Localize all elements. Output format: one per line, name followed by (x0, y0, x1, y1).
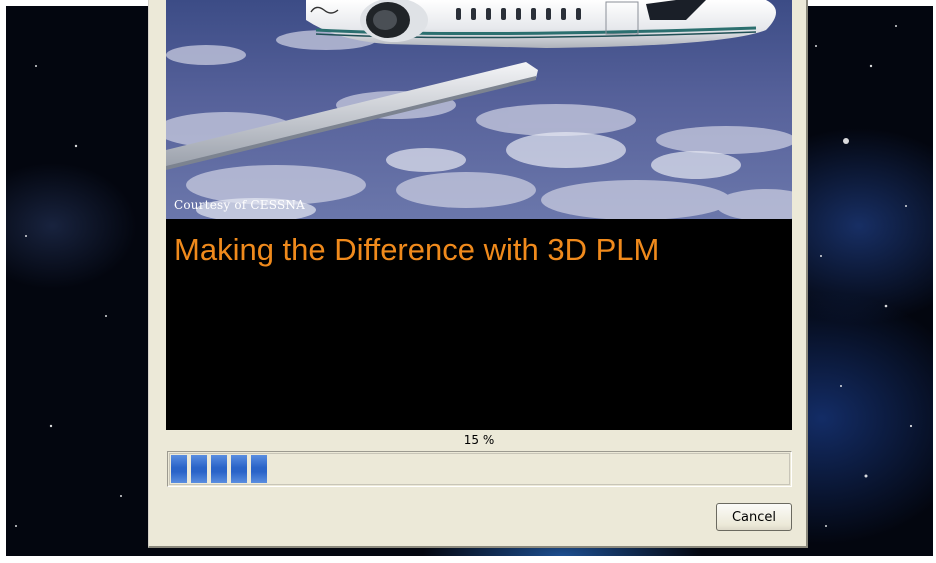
progress-segment (171, 455, 187, 483)
desktop: Courtesy of CESSNA Making the Difference… (0, 0, 936, 563)
jet-illustration (166, 0, 792, 219)
loading-dialog: Courtesy of CESSNA Making the Difference… (148, 0, 808, 548)
progress-segment (231, 455, 247, 483)
progress-segment (251, 455, 267, 483)
splash-headline: Making the Difference with 3D PLM (174, 232, 660, 267)
progress-bar (167, 451, 792, 487)
progress-segment (211, 455, 227, 483)
progress-percent-label: 15 % (463, 433, 495, 447)
cancel-button[interactable]: Cancel (716, 503, 792, 531)
progress-fill (171, 455, 267, 483)
aircraft-photo: Courtesy of CESSNA (166, 0, 792, 219)
splash-image: Courtesy of CESSNA Making the Difference… (166, 0, 792, 430)
progress-segment (191, 455, 207, 483)
photo-credit: Courtesy of CESSNA (174, 198, 305, 212)
